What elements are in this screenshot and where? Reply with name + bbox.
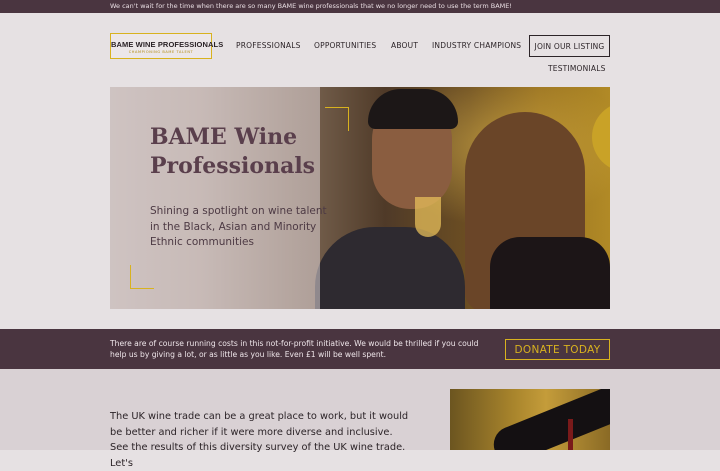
intro-text: The UK wine trade can be a great place t…	[110, 411, 409, 469]
nav-industry-champions[interactable]: INDUSTRY CHAMPIONS	[432, 41, 521, 50]
hero-title: BAME Wine Professionals	[150, 124, 316, 179]
join-listing-button[interactable]: JOIN OUR LISTING	[529, 35, 610, 57]
site-logo[interactable]: BAME WINE PROFESSIONALS CHAMPIONING BAME…	[110, 33, 224, 59]
wine-glass-image	[415, 197, 441, 237]
hero-banner: BAME Wine Professionals Shining a spotli…	[110, 87, 610, 309]
nav-professionals[interactable]: PROFESSIONALS	[236, 41, 301, 50]
wine-pour-image	[450, 389, 610, 450]
logo-tagline: CHAMPIONING BAME TALENT	[128, 50, 194, 54]
intro-section: The UK wine trade can be a great place t…	[0, 369, 720, 469]
hero-photo-man-body	[315, 227, 465, 309]
hero-photo-man-hair	[368, 89, 458, 129]
nav-opportunities[interactable]: OPPORTUNITIES	[314, 41, 376, 50]
wine-pour-stream	[568, 419, 573, 450]
logo-title: BAME WINE PROFESSIONALS	[111, 40, 224, 49]
hero-photo-woman-dress	[490, 237, 610, 309]
decorative-corner-bottom-left	[130, 265, 154, 289]
donate-banner: There are of course running costs in thi…	[0, 329, 720, 369]
hero-subtitle: Shining a spotlight on wine talent in th…	[150, 205, 327, 248]
nav-testimonials[interactable]: TESTIMONIALS	[548, 64, 606, 73]
announcement-bar: We can't wait for the time when there ar…	[0, 0, 720, 13]
donate-text: There are of course running costs in thi…	[110, 339, 479, 359]
nav-about[interactable]: ABOUT	[391, 41, 418, 50]
announcement-text: We can't wait for the time when there ar…	[110, 2, 512, 10]
wine-bottle-image	[488, 389, 610, 450]
donate-button[interactable]: DONATE TODAY	[505, 339, 610, 360]
